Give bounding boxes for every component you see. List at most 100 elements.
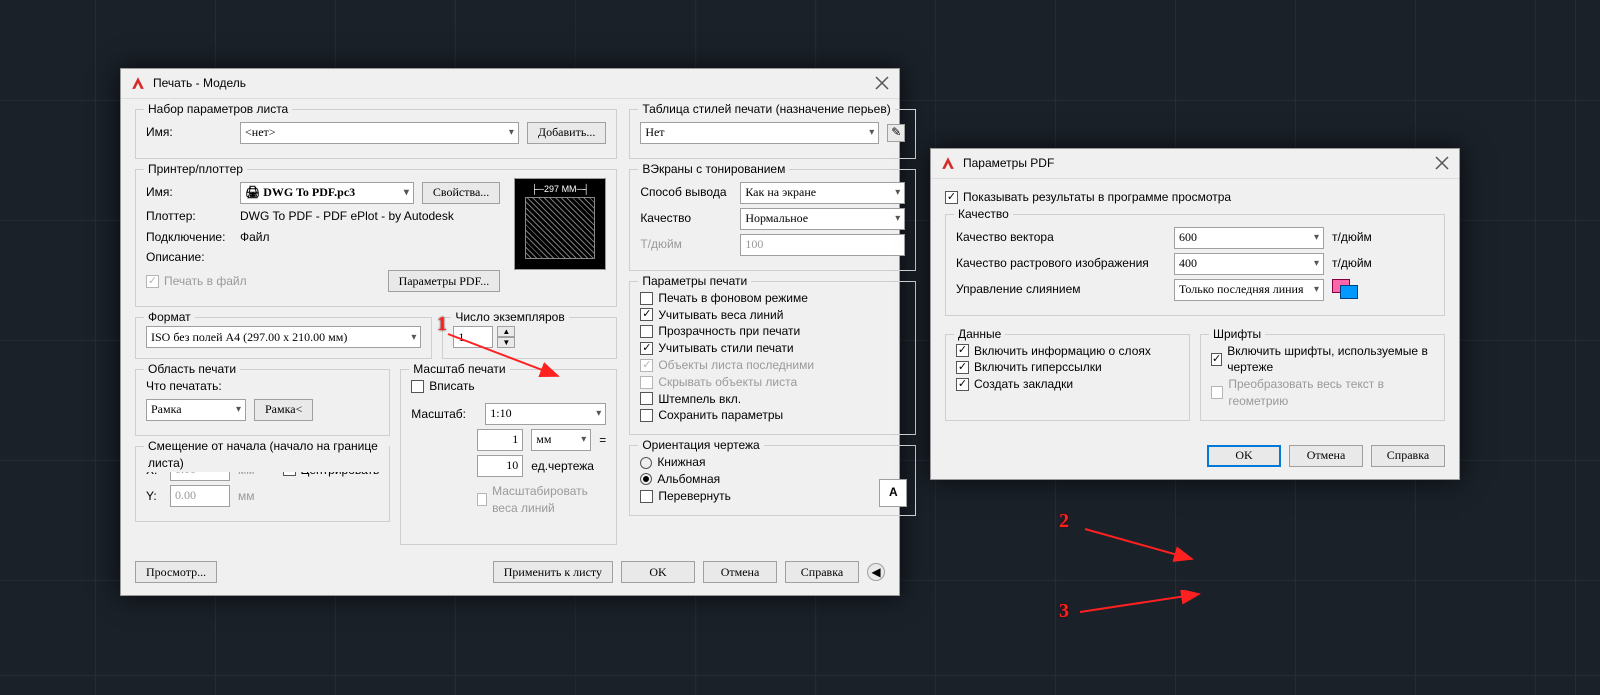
y-label: Y: bbox=[146, 488, 162, 505]
equals-sign: = bbox=[599, 432, 606, 449]
pdf-options-button[interactable]: Параметры PDF... bbox=[388, 270, 501, 292]
page-setup-group: Набор параметров листа Имя: <нет>▾ Добав… bbox=[135, 109, 617, 159]
copies-down-button[interactable]: ▼ bbox=[497, 337, 515, 348]
raster-quality-select[interactable]: 400▾ bbox=[1174, 253, 1324, 275]
plot-transparency-checkbox[interactable]: Прозрачность при печати bbox=[640, 323, 905, 340]
merge-control-label: Управление слиянием bbox=[956, 281, 1166, 298]
shaded-viewport-group: ВЭкраны с тонированием Способ вывода Как… bbox=[629, 169, 916, 271]
plot-offset-group: Смещение от начала (начало на границе ли… bbox=[135, 446, 390, 522]
layer-info-checkbox[interactable]: Включить информацию о слоях bbox=[956, 343, 1179, 360]
scale-drawing-input[interactable] bbox=[477, 455, 523, 477]
help-button[interactable]: Справка bbox=[785, 561, 859, 583]
group-legend: Формат bbox=[144, 309, 195, 326]
annotation-2: 2 bbox=[1059, 510, 1069, 533]
annotation-arrow-3 bbox=[1075, 590, 1205, 620]
annotation-1: 1 bbox=[437, 313, 447, 336]
quality-group: Качество Качество вектора 600▾ т/дюйм Ка… bbox=[945, 214, 1445, 316]
landscape-radio[interactable]: Альбомная bbox=[640, 471, 905, 488]
hyperlinks-checkbox[interactable]: Включить гиперссылки bbox=[956, 359, 1179, 376]
close-icon[interactable] bbox=[1435, 156, 1449, 170]
plot-dialog: Печать - Модель Набор параметров листа И… bbox=[120, 68, 900, 596]
shade-quality-select[interactable]: Нормальное▾ bbox=[740, 208, 905, 230]
data-group: Данные Включить информацию о слоях Включ… bbox=[945, 334, 1190, 421]
paperspace-last-checkbox: Объекты листа последними bbox=[640, 357, 905, 374]
printer-plotter-group: Принтер/плоттер Имя: 🖨 DWG To PDF.pc3▾ С… bbox=[135, 169, 617, 307]
cancel-button[interactable]: Отмена bbox=[1289, 445, 1363, 467]
group-legend: Параметры печати bbox=[638, 273, 751, 290]
plotter-value: DWG To PDF - PDF ePlot - by Autodesk bbox=[240, 208, 454, 225]
group-legend: Шрифты bbox=[1209, 326, 1265, 343]
printer-name-select[interactable]: 🖨 DWG To PDF.pc3▾ bbox=[240, 182, 414, 204]
dpi-label: т/дюйм bbox=[1332, 255, 1372, 272]
plot-area-group: Область печати Что печатать: Рамка▾ Рамк… bbox=[135, 369, 390, 436]
group-legend: Качество bbox=[954, 206, 1013, 223]
close-icon[interactable] bbox=[875, 76, 889, 90]
add-page-setup-button[interactable]: Добавить... bbox=[527, 122, 606, 144]
printer-properties-button[interactable]: Свойства... bbox=[422, 182, 500, 204]
edit-style-icon[interactable]: ✎ bbox=[887, 124, 905, 142]
scale-label: Масштаб: bbox=[411, 406, 477, 423]
group-legend: Ориентация чертежа bbox=[638, 437, 763, 454]
expand-dialog-icon[interactable]: ◀ bbox=[867, 563, 885, 581]
scale-paper-input[interactable] bbox=[477, 429, 523, 451]
portrait-radio[interactable]: Книжная bbox=[640, 454, 905, 471]
dpi-label: т/дюйм bbox=[1332, 229, 1372, 246]
window-select-button[interactable]: Рамка< bbox=[254, 399, 313, 421]
annotation-arrow-2 bbox=[1080, 519, 1200, 569]
description-label: Описание: bbox=[146, 249, 232, 266]
plot-to-file-checkbox: Печать в файл bbox=[146, 273, 247, 290]
group-legend: Число экземпляров bbox=[451, 309, 568, 326]
stamp-on-checkbox[interactable]: Штемпель вкл. bbox=[640, 391, 905, 408]
background-plot-checkbox[interactable]: Печать в фоновом режиме bbox=[640, 290, 905, 307]
autocad-logo-icon bbox=[941, 156, 955, 170]
bookmarks-checkbox[interactable]: Создать закладки bbox=[956, 376, 1179, 393]
shade-mode-select[interactable]: Как на экране▾ bbox=[740, 182, 905, 204]
show-in-viewer-checkbox[interactable]: Показывать результаты в программе просмо… bbox=[945, 189, 1445, 206]
upside-down-checkbox[interactable]: Перевернуть bbox=[640, 488, 905, 505]
help-button[interactable]: Справка bbox=[1371, 445, 1445, 467]
page-setup-name-select[interactable]: <нет>▾ bbox=[240, 122, 519, 144]
orientation-preview-icon: A bbox=[879, 479, 907, 507]
dpi-label: Т/дюйм bbox=[640, 236, 732, 253]
scale-lineweights-checkbox: Масштабировать веса линий bbox=[477, 483, 606, 517]
orientation-group: Ориентация чертежа Книжная Альбомная Пер… bbox=[629, 445, 916, 515]
title-bar: Параметры PDF bbox=[931, 149, 1459, 179]
what-to-plot-select[interactable]: Рамка▾ bbox=[146, 399, 246, 421]
group-legend: Набор параметров листа bbox=[144, 101, 292, 118]
scale-select[interactable]: 1:10▾ bbox=[485, 403, 606, 425]
copies-up-button[interactable]: ▲ bbox=[497, 326, 515, 337]
vector-quality-select[interactable]: 600▾ bbox=[1174, 227, 1324, 249]
paper-size-group: Формат ISO без полей A4 (297.00 x 210.00… bbox=[135, 317, 432, 359]
fit-to-paper-checkbox[interactable]: Вписать bbox=[411, 378, 606, 395]
plot-style-table-group: Таблица стилей печати (назначение перьев… bbox=[629, 109, 916, 159]
copies-input[interactable] bbox=[453, 326, 493, 348]
scale-unit-select[interactable]: мм▾ bbox=[531, 429, 591, 451]
plot-style-select[interactable]: Нет▾ bbox=[640, 122, 879, 144]
dialog-title: Печать - Модель bbox=[153, 75, 246, 92]
plot-scale-group: Масштаб печати Вписать Масштаб: 1:10▾ bbox=[400, 369, 617, 545]
plot-lineweights-checkbox[interactable]: Учитывать веса линий bbox=[640, 307, 905, 324]
ok-button[interactable]: OK bbox=[1207, 445, 1281, 467]
paper-size-select[interactable]: ISO без полей A4 (297.00 x 210.00 мм)▾ bbox=[146, 326, 421, 348]
raster-quality-label: Качество растрового изображения bbox=[956, 255, 1166, 272]
save-params-checkbox[interactable]: Сохранить параметры bbox=[640, 407, 905, 424]
group-legend: Таблица стилей печати (назначение перьев… bbox=[638, 101, 894, 118]
dialog-title: Параметры PDF bbox=[963, 155, 1054, 172]
include-fonts-checkbox[interactable]: Включить шрифты, используемые в чертеже bbox=[1211, 343, 1434, 377]
text-to-geometry-checkbox: Преобразовать весь текст в геометрию bbox=[1211, 376, 1434, 410]
vector-quality-label: Качество вектора bbox=[956, 229, 1166, 246]
annotation-3: 3 bbox=[1059, 600, 1069, 623]
apply-to-layout-button[interactable]: Применить к листу bbox=[493, 561, 613, 583]
plot-styles-checkbox[interactable]: Учитывать стили печати bbox=[640, 340, 905, 357]
name-label: Имя: bbox=[146, 124, 232, 141]
unit-mm: мм bbox=[238, 488, 255, 505]
preview-button[interactable]: Просмотр... bbox=[135, 561, 217, 583]
cancel-button[interactable]: Отмена bbox=[703, 561, 777, 583]
fonts-group: Шрифты Включить шрифты, используемые в ч… bbox=[1200, 334, 1445, 421]
offset-y-input[interactable] bbox=[170, 485, 230, 507]
ok-button[interactable]: OK bbox=[621, 561, 695, 583]
merge-control-select[interactable]: Только последняя линия▾ bbox=[1174, 279, 1324, 301]
shade-mode-label: Способ вывода bbox=[640, 184, 732, 201]
pdf-options-dialog: Параметры PDF Показывать результаты в пр… bbox=[930, 148, 1460, 480]
group-legend: Область печати bbox=[144, 361, 240, 378]
